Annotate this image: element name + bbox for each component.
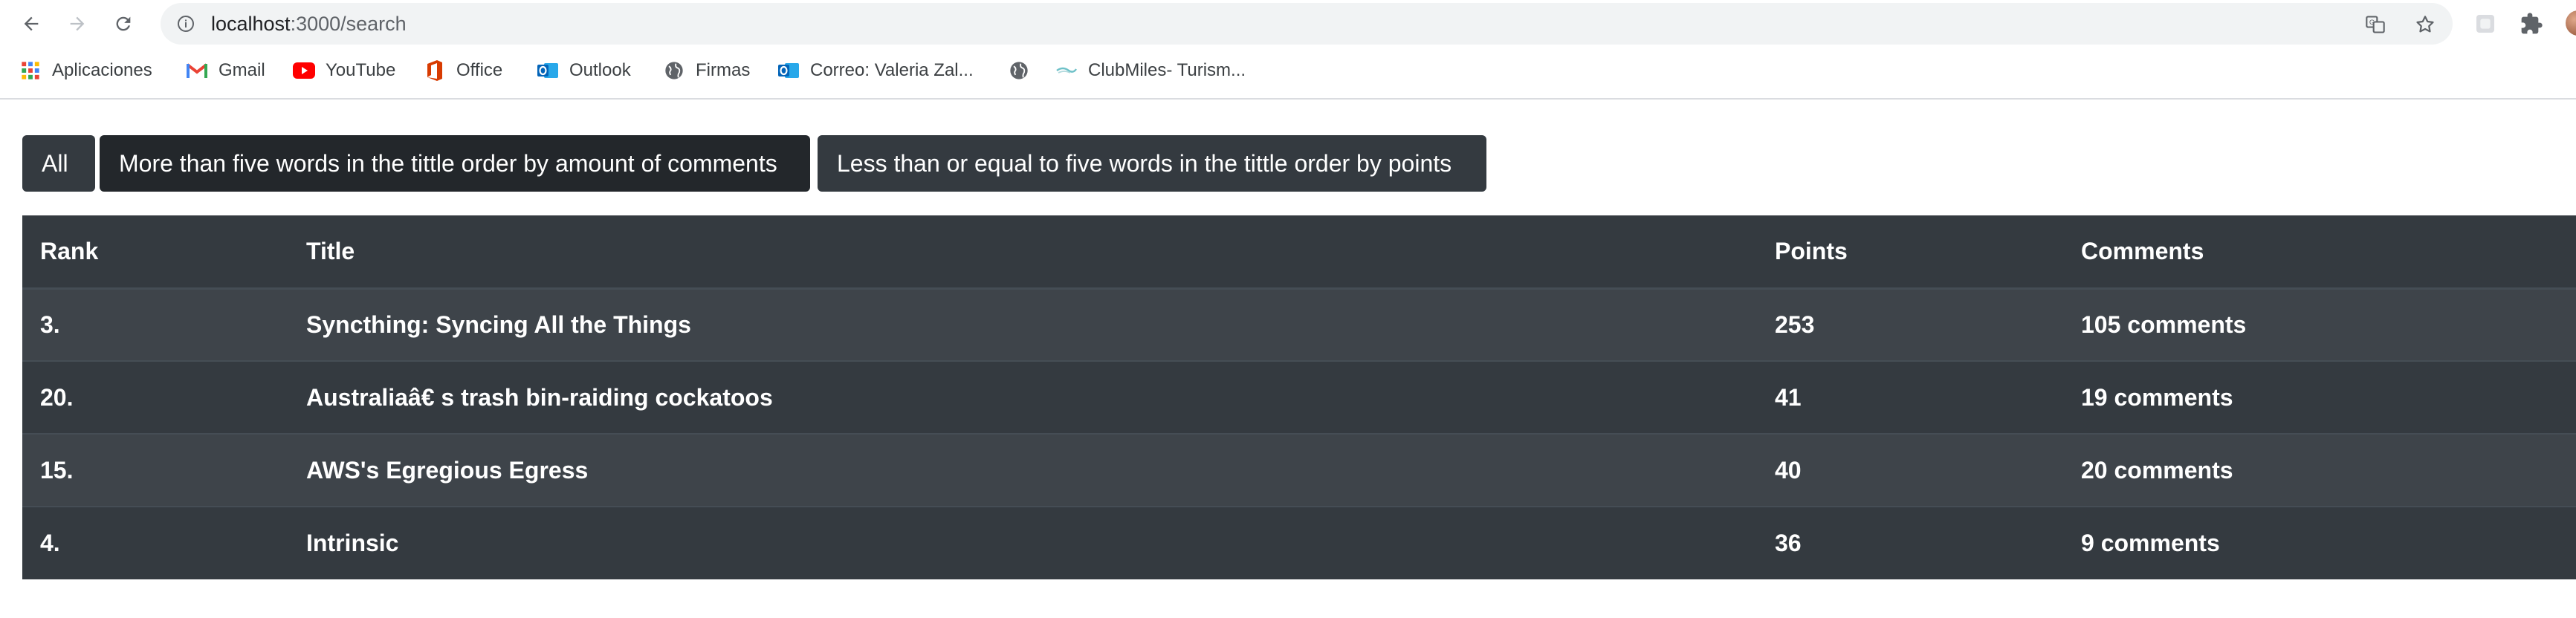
cell-comments: 19 comments <box>2063 360 2576 434</box>
bookmark-label: Office <box>456 60 503 80</box>
header-points: Points <box>1757 215 2063 290</box>
bookmark-label: Gmail <box>219 60 265 80</box>
header-comments: Comments <box>2063 215 2576 290</box>
clubmiles-icon <box>1055 59 1078 82</box>
bookmark-star-icon[interactable] <box>2414 13 2436 36</box>
cell-title: Syncthing: Syncing All the Things <box>288 287 1757 361</box>
forward-arrow-icon <box>70 16 85 31</box>
bookmark-label: ClubMiles- Turism... <box>1088 60 1246 80</box>
translate-icon[interactable]: G <box>2365 14 2386 35</box>
table-row: 20. Australiaâ€ s trash bin-raiding cock… <box>22 360 2576 434</box>
bookmark-firmas[interactable]: Firmas <box>663 49 750 92</box>
bookmark-outlook[interactable]: Outlook <box>537 49 631 92</box>
filter-all-button[interactable]: All <box>22 135 95 192</box>
cell-points: 40 <box>1757 433 2063 507</box>
address-bar[interactable]: localhost:3000/search G <box>161 3 2453 45</box>
results-table: Rank Title Points Comments 3. Syncthing:… <box>22 215 2576 579</box>
svg-text:G: G <box>2369 19 2375 26</box>
toolbar-divider <box>0 98 2576 100</box>
bookmark-label: Outlook <box>569 60 631 80</box>
outlook-icon <box>777 59 800 82</box>
reload-button[interactable] <box>109 9 138 39</box>
table-header-row: Rank Title Points Comments <box>22 215 2576 290</box>
bookmark-gmail[interactable]: Gmail <box>186 49 265 92</box>
cell-points: 253 <box>1757 287 2063 361</box>
reload-icon <box>116 16 131 31</box>
back-arrow-icon <box>24 16 39 31</box>
cell-points: 41 <box>1757 360 2063 434</box>
bookmark-correo[interactable]: Correo: Valeria Zal... <box>777 49 974 92</box>
apps-grid-icon <box>19 59 42 82</box>
table-row: 3. Syncthing: Syncing All the Things 253… <box>22 287 2576 361</box>
cell-comments: 105 comments <box>2063 287 2576 361</box>
forward-button[interactable] <box>62 9 92 39</box>
bookmark-clubmiles[interactable]: ClubMiles- Turism... <box>1055 49 1246 92</box>
filter-more-than-five-button[interactable]: More than five words in the tittle order… <box>100 135 810 192</box>
cell-title: Intrinsic <box>288 506 1757 579</box>
filter-less-or-equal-five-button[interactable]: Less than or equal to five words in the … <box>818 135 1486 192</box>
bookmark-label: Correo: Valeria Zal... <box>810 60 974 80</box>
bookmark-youtube[interactable]: YouTube <box>293 49 395 92</box>
cell-rank: 15. <box>22 433 288 507</box>
cell-rank: 3. <box>22 287 288 361</box>
bookmark-aplicaciones[interactable]: Aplicaciones <box>19 49 152 92</box>
info-icon[interactable] <box>177 15 195 33</box>
cell-rank: 4. <box>22 506 288 579</box>
back-button[interactable] <box>16 9 46 39</box>
profile-avatar[interactable] <box>2566 10 2576 36</box>
url-path: :3000/search <box>290 13 407 35</box>
outlook-icon <box>537 59 559 82</box>
globe-icon <box>1008 59 1030 82</box>
cell-comments: 9 comments <box>2063 506 2576 579</box>
cell-comments: 20 comments <box>2063 433 2576 507</box>
bookmark-office[interactable]: Office <box>424 49 502 92</box>
bookmark-label: YouTube <box>326 60 396 80</box>
header-title: Title <box>288 215 1757 290</box>
bookmark-label: Firmas <box>696 60 751 80</box>
table-row: 15. AWS's Egregious Egress 40 20 comment… <box>22 433 2576 507</box>
bookmark-globe[interactable] <box>1008 49 1041 92</box>
extension-icon[interactable] <box>2473 12 2497 36</box>
url-text[interactable]: localhost:3000/search <box>211 3 407 45</box>
table-row: 4. Intrinsic 36 9 comments <box>22 506 2576 579</box>
cell-title: Australiaâ€ s trash bin-raiding cockatoo… <box>288 360 1757 434</box>
header-rank: Rank <box>22 215 288 290</box>
bookmark-label: Aplicaciones <box>52 60 152 80</box>
cell-rank: 20. <box>22 360 288 434</box>
youtube-icon <box>293 59 315 82</box>
gmail-icon <box>186 59 208 82</box>
cell-title: AWS's Egregious Egress <box>288 433 1757 507</box>
office-icon <box>424 59 446 82</box>
extensions-puzzle-icon[interactable] <box>2520 12 2543 36</box>
cell-points: 36 <box>1757 506 2063 579</box>
browser-toolbar: localhost:3000/search G <box>0 0 2576 46</box>
url-host: localhost <box>211 13 291 35</box>
bookmarks-bar: Aplicaciones Gmail YouTube Office Outloo… <box>0 49 2576 92</box>
globe-icon <box>663 59 685 82</box>
